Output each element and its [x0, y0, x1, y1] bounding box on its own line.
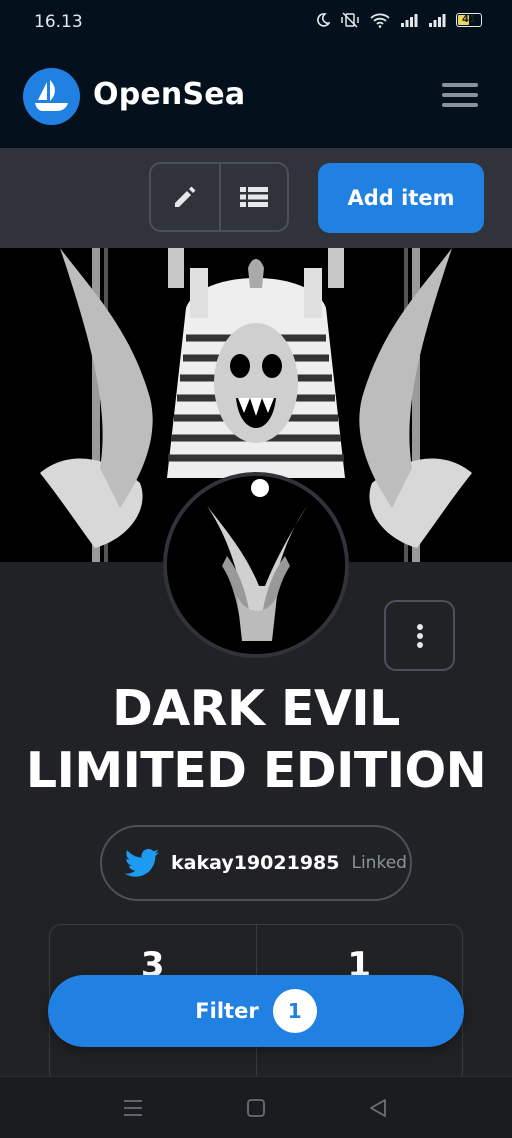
status-time: 16.13: [34, 12, 83, 32]
pencil-icon: [174, 186, 196, 207]
add-item-button[interactable]: Add item: [318, 163, 484, 233]
avatar-artwork: [167, 476, 345, 654]
twitter-linked-status: Linked: [351, 853, 407, 873]
list-icon: [239, 187, 268, 207]
collection-title-line1: DARK EVIL: [112, 680, 400, 737]
status-icons: 41: [316, 12, 482, 28]
filter-label: Filter: [195, 999, 259, 1023]
sailboat-icon: [35, 80, 68, 111]
brand-name[interactable]: OpenSea: [93, 77, 245, 112]
more-vertical-icon: [416, 621, 423, 651]
list-button[interactable]: [218, 164, 287, 230]
hamburger-icon[interactable]: [442, 83, 478, 111]
filter-button[interactable]: Filter 1: [48, 975, 464, 1047]
battery-level: 41: [462, 14, 476, 25]
signal-icon: [401, 14, 418, 27]
collection-title: DARK EVIL LIMITED EDITION: [0, 678, 512, 802]
battery-icon: 41: [456, 13, 482, 27]
twitter-icon: [125, 849, 159, 877]
app-header: OpenSea: [0, 46, 512, 148]
tool-group: [149, 162, 289, 232]
wifi-icon: [370, 13, 390, 28]
home-nav-icon[interactable]: [246, 1099, 266, 1121]
collection-title-line2: LIMITED EDITION: [25, 742, 487, 799]
collection-toolbar: Add item: [0, 148, 512, 248]
moon-icon: [317, 13, 330, 27]
opensea-logo[interactable]: [23, 68, 80, 125]
twitter-link[interactable]: kakay19021985 Linked: [100, 825, 412, 901]
edit-button[interactable]: [151, 164, 219, 230]
filter-count-badge: 1: [272, 989, 317, 1033]
back-nav-icon[interactable]: [368, 1098, 388, 1122]
signal-icon: [429, 14, 446, 27]
vibrate-off-icon: [341, 12, 359, 28]
twitter-handle: kakay19021985: [171, 852, 340, 874]
system-nav-bar: [0, 1076, 512, 1138]
status-bar: 16.13 41: [0, 0, 512, 46]
more-options-button[interactable]: [384, 600, 455, 671]
collection-avatar: [163, 472, 349, 658]
menu-nav-icon[interactable]: [123, 1099, 143, 1121]
